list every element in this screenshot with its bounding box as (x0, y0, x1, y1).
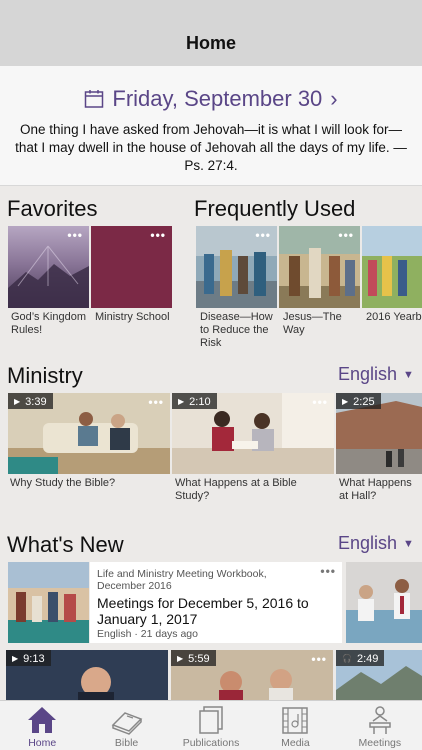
frequent-item-yearbook[interactable] (362, 226, 422, 308)
video-duration: 5:59 (188, 652, 210, 665)
video-duration-badge: ▶ 3:39 (8, 393, 53, 409)
play-icon: ▶ (12, 654, 19, 663)
tab-publications[interactable]: Publications (169, 701, 253, 750)
favorites-title: Favorites (7, 196, 98, 221)
video-duration: 2:25 (353, 395, 375, 408)
favorite-gods-kingdom-rules[interactable]: ••• (8, 226, 89, 308)
play-icon: ▶ (14, 397, 21, 406)
frequent-item-disease[interactable]: ••• (196, 226, 277, 308)
publication-cover-image (346, 562, 422, 643)
ministry-video-label: Why Study the Bible? (10, 477, 116, 489)
more-options-icon[interactable]: ••• (320, 564, 336, 578)
play-icon: ▶ (178, 397, 185, 406)
more-options-icon[interactable]: ••• (148, 395, 164, 409)
daily-text-date: Friday, September 30 (112, 86, 323, 111)
tab-home[interactable]: Home (0, 701, 84, 750)
video-duration: 2:10 (189, 395, 211, 408)
nav-bar: Home (0, 0, 422, 66)
play-icon: ▶ (177, 654, 184, 663)
ministry-video-kingdom-hall[interactable]: ▶ 2:25 (336, 393, 422, 474)
frequent-label: Jesus—The Way (283, 311, 342, 336)
ministry-video-label: What Happens at Hall? (339, 477, 412, 502)
calendar-icon (85, 90, 104, 108)
more-options-icon[interactable]: ••• (255, 228, 271, 242)
video-duration-badge: ▶ 2:10 (172, 393, 217, 409)
daily-text-panel[interactable]: Friday, September 30 › One thing I have … (0, 66, 422, 186)
frequent-label: 2016 Yearb (366, 311, 422, 323)
caret-down-icon: ▼ (403, 537, 414, 550)
headphones-icon: 🎧 (342, 654, 352, 663)
more-options-icon[interactable]: ••• (67, 228, 83, 242)
featured-meta: Life and Ministry Meeting Workbook, Dece… (97, 568, 267, 592)
play-icon: ▶ (342, 397, 349, 406)
meetings-icon (369, 706, 391, 734)
ministry-video-label: What Happens at a Bible Study? (175, 477, 297, 502)
tab-meetings[interactable]: Meetings (338, 701, 422, 750)
whats-new-language-picker[interactable]: English ▼ (338, 533, 414, 554)
video-duration-badge: ▶ 5:59 (171, 650, 216, 666)
featured-subtitle: English · 21 days ago (97, 628, 198, 640)
video-duration: 3:39 (25, 395, 47, 408)
audio-duration-badge: 🎧 2:49 (336, 650, 385, 666)
page-title: Home (185, 33, 236, 53)
ministry-language-picker[interactable]: English ▼ (338, 364, 414, 385)
tab-label: Meetings (358, 737, 402, 749)
favorite-label: God’s Kingdom Rules! (11, 311, 87, 336)
whats-new-language: English (338, 533, 398, 553)
tab-bible[interactable]: Bible (84, 701, 168, 750)
more-options-icon[interactable]: ••• (150, 228, 166, 242)
ministry-video-bible-study[interactable]: ▶ 2:10 ••• (172, 393, 334, 474)
workbook-cover-image (8, 562, 89, 643)
favorite-ministry-school[interactable]: ••• (91, 226, 172, 308)
favorite-label: Ministry School (95, 311, 170, 323)
whats-new-featured-cover[interactable] (8, 562, 89, 643)
tab-label: Home (28, 737, 57, 749)
tab-label: Media (281, 737, 310, 749)
publications-icon (199, 706, 223, 734)
more-options-icon[interactable]: ••• (312, 395, 328, 409)
audio-duration: 2:49 (356, 652, 379, 665)
whats-new-next-cover[interactable] (346, 562, 422, 643)
frequently-used-title: Frequently Used (194, 196, 356, 221)
frequent-item-jesus-the-way[interactable]: ••• (279, 226, 360, 308)
bible-icon (111, 712, 142, 735)
daily-scripture: One thing I have asked from Jehovah—it i… (15, 122, 407, 173)
video-duration-badge: ▶ 2:25 (336, 393, 381, 409)
ministry-language: English (338, 364, 398, 384)
more-options-icon[interactable]: ••• (338, 228, 354, 242)
more-options-icon[interactable]: ••• (311, 652, 327, 666)
ministry-title: Ministry (7, 363, 83, 388)
ministry-video-why-study[interactable]: ▶ 3:39 ••• (8, 393, 170, 474)
publication-cover-image (362, 226, 422, 308)
tab-media[interactable]: Media (253, 701, 337, 750)
daily-text-date-row[interactable]: Friday, September 30 › (0, 86, 422, 112)
whats-new-featured-card[interactable]: Life and Ministry Meeting Workbook, Dece… (90, 562, 342, 643)
tab-label: Publications (182, 737, 240, 749)
whats-new-title: What's New (7, 532, 124, 557)
video-duration-badge: ▶ 9:13 (6, 650, 51, 666)
video-duration: 9:13 (23, 652, 45, 665)
tab-bar: Home Bible Publications Media Meetings (0, 700, 422, 750)
frequent-label: Disease—How to Reduce the Risk (200, 311, 273, 349)
tab-label: Bible (114, 737, 139, 749)
caret-down-icon: ▼ (403, 368, 414, 381)
home-icon (28, 707, 57, 733)
media-icon (282, 707, 309, 734)
whats-new-video-2[interactable]: ▶ 5:59 ••• (171, 650, 333, 700)
featured-headline: Meetings for December 5, 2016 to January… (97, 595, 309, 627)
whats-new-video-1[interactable]: ▶ 9:13 (6, 650, 168, 700)
whats-new-audio-3[interactable]: 🎧 2:49 (336, 650, 422, 700)
chevron-right-icon: › (330, 86, 338, 111)
